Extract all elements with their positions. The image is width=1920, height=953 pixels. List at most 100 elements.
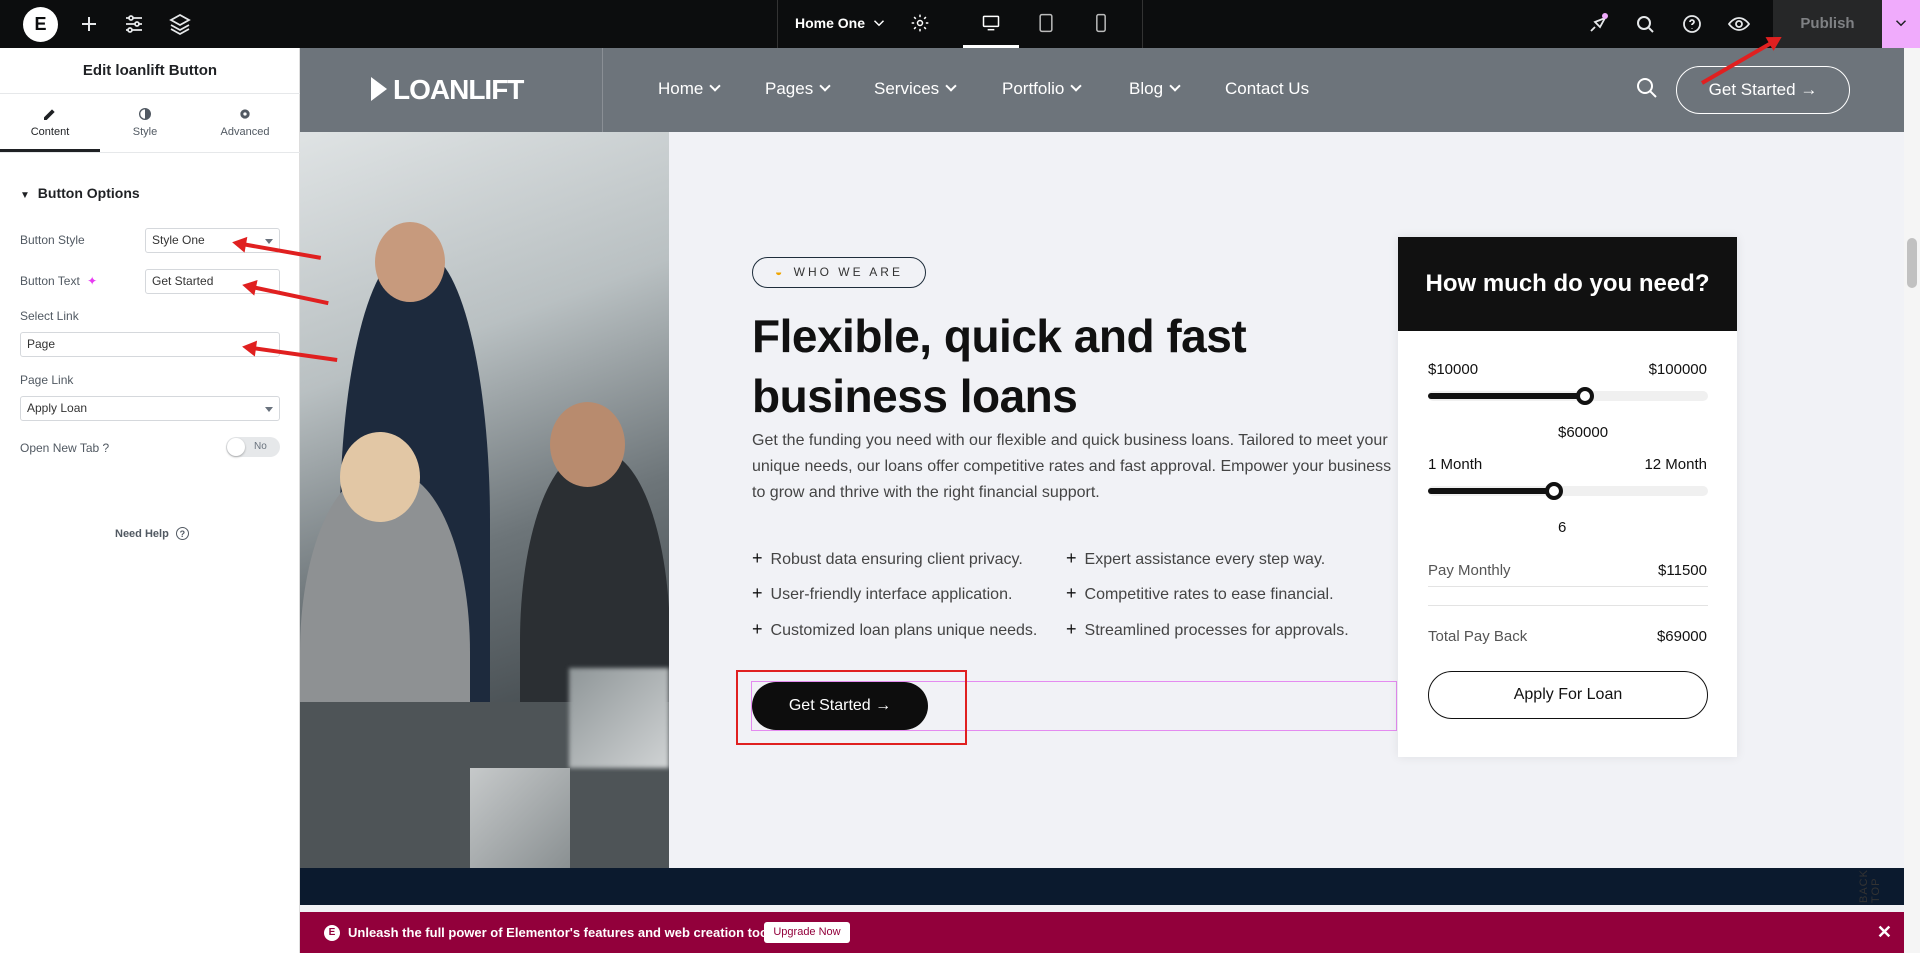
header-get-started-button[interactable]: Get Started →: [1676, 66, 1850, 114]
tab-divider: [0, 152, 300, 153]
nav-item-home[interactable]: Home: [658, 79, 722, 99]
preview-canvas: LOANLIFT Home Pages Services Portfolio B…: [300, 48, 1904, 953]
feature-item: Customized loan plans unique needs.: [752, 619, 1038, 640]
need-help-link[interactable]: Need Help ?: [115, 527, 189, 540]
pay-monthly-label: Pay Monthly: [1428, 562, 1511, 579]
page-link-select[interactable]: Apply Loan: [20, 396, 280, 421]
mobile-view-button[interactable]: [1073, 0, 1129, 48]
hero-title: Flexible, quick and fast business loans: [752, 306, 1312, 426]
nav-label: Services: [874, 79, 940, 98]
blur-placeholder: [569, 668, 669, 768]
nav-label: Portfolio: [1002, 79, 1065, 98]
term-min: 1 Month: [1428, 456, 1483, 473]
button-label: Get Started: [788, 697, 871, 714]
nav-item-contact-us[interactable]: Contact Us: [1225, 79, 1309, 99]
notifications-icon[interactable]: [1586, 12, 1610, 36]
open-new-tab-toggle[interactable]: No: [226, 437, 280, 457]
section-title: Button Options: [37, 185, 140, 201]
section-toggle-button-options[interactable]: ▼ Button Options: [20, 185, 140, 201]
button-style-value: Style One: [152, 233, 205, 247]
calculator-title: How much do you need?: [1398, 237, 1737, 331]
amount-slider[interactable]: [1428, 387, 1708, 405]
ai-sparkle-icon[interactable]: ✦: [87, 274, 97, 288]
nav-label: Pages: [765, 79, 814, 98]
tablet-icon: [1039, 13, 1053, 33]
button-label: Get Started: [1708, 80, 1796, 99]
desktop-icon: [982, 15, 1000, 31]
feature-item: User-friendly interface application.: [752, 583, 1013, 604]
nav-item-blog[interactable]: Blog: [1129, 79, 1181, 99]
tab-style[interactable]: Style: [95, 106, 195, 152]
site-settings-icon[interactable]: [122, 12, 146, 36]
button-text-label-text: Button Text: [20, 274, 80, 288]
chevron-down-icon[interactable]: [870, 14, 888, 32]
half-circle-icon: [139, 108, 151, 120]
chevron-down-icon: [1169, 80, 1181, 92]
nav-item-services[interactable]: Services: [874, 79, 957, 99]
logo-chevron-icon: [371, 77, 387, 101]
tab-advanced[interactable]: Advanced: [195, 106, 295, 152]
publish-options-button[interactable]: [1882, 0, 1920, 48]
arrow-right-icon: →: [1800, 80, 1818, 99]
editor-topbar: E Home One Publish: [0, 0, 1920, 48]
close-icon[interactable]: ✕: [1877, 922, 1892, 943]
page-name[interactable]: Home One: [795, 15, 865, 31]
page-settings-gear-icon[interactable]: [910, 13, 930, 33]
header-divider: [602, 48, 603, 132]
desktop-view-button[interactable]: [963, 0, 1019, 48]
tab-label: Advanced: [220, 126, 270, 138]
tablet-view-button[interactable]: [1018, 0, 1074, 48]
need-help-text: Need Help: [115, 528, 169, 540]
arrow-right-icon: →: [875, 697, 892, 714]
add-element-icon[interactable]: [77, 12, 101, 36]
mobile-icon: [1096, 13, 1106, 33]
page-link-value: Apply Loan: [27, 401, 88, 415]
dark-section-strip: [300, 868, 1904, 905]
upgrade-message: Unleash the full power of Elementor's fe…: [348, 925, 783, 940]
person-head-shape: [550, 402, 625, 487]
nav-item-pages[interactable]: Pages: [765, 79, 831, 99]
feature-item: Robust data ensuring client privacy.: [752, 548, 1023, 569]
hero-title-line: Flexible, quick and fast: [752, 310, 1247, 362]
person-head-shape: [340, 432, 420, 522]
hero-get-started-button[interactable]: Get Started →: [752, 682, 928, 730]
help-icon[interactable]: [1680, 12, 1704, 36]
nav-label: Blog: [1129, 79, 1164, 98]
hero-title-line: business loans: [752, 370, 1078, 422]
feature-item: Expert assistance every step way.: [1066, 548, 1326, 569]
preview-eye-icon[interactable]: [1727, 12, 1751, 36]
hero-description: Get the funding you need with our flexib…: [752, 432, 1392, 501]
term-value: 6: [1558, 519, 1567, 536]
site-logo[interactable]: LOANLIFT: [371, 74, 524, 106]
publish-button[interactable]: Publish: [1773, 0, 1882, 48]
section-tag: ◒ WHO WE ARE: [752, 257, 926, 288]
nav-label: Contact Us: [1225, 79, 1310, 98]
slider-handle[interactable]: [1576, 387, 1594, 405]
elementor-logo-icon[interactable]: E: [23, 7, 58, 42]
hero-photo: [300, 132, 669, 868]
page-link-label: Page Link: [20, 373, 74, 387]
term-slider[interactable]: [1428, 482, 1708, 500]
back-to-top-link[interactable]: BACK TOP: [1858, 857, 1882, 903]
search-icon[interactable]: [1635, 76, 1659, 100]
apply-for-loan-button[interactable]: Apply For Loan: [1428, 671, 1708, 719]
brand-text: LOANLIFT: [393, 74, 524, 105]
upgrade-banner: E Unleash the full power of Elementor's …: [300, 912, 1904, 953]
tab-content[interactable]: Content: [0, 106, 100, 152]
structure-layers-icon[interactable]: [168, 12, 192, 36]
canvas-scrollbar[interactable]: [1904, 48, 1920, 953]
amount-max: $100000: [1648, 361, 1707, 378]
button-text-value: Get Started: [152, 274, 214, 288]
caret-down-icon: ▼: [20, 190, 30, 201]
caret-down-icon: [265, 407, 273, 412]
upgrade-now-button[interactable]: Upgrade Now: [764, 922, 850, 943]
search-icon[interactable]: [1633, 12, 1657, 36]
scrollbar-thumb[interactable]: [1907, 238, 1917, 288]
open-new-tab-label: Open New Tab ?: [20, 441, 110, 455]
nav-item-portfolio[interactable]: Portfolio: [1002, 79, 1083, 99]
gear-icon: [240, 109, 250, 119]
total-value: $69000: [1656, 628, 1707, 645]
slider-fill: [1428, 488, 1554, 494]
slider-handle[interactable]: [1545, 482, 1563, 500]
toggle-value: No: [254, 441, 267, 452]
